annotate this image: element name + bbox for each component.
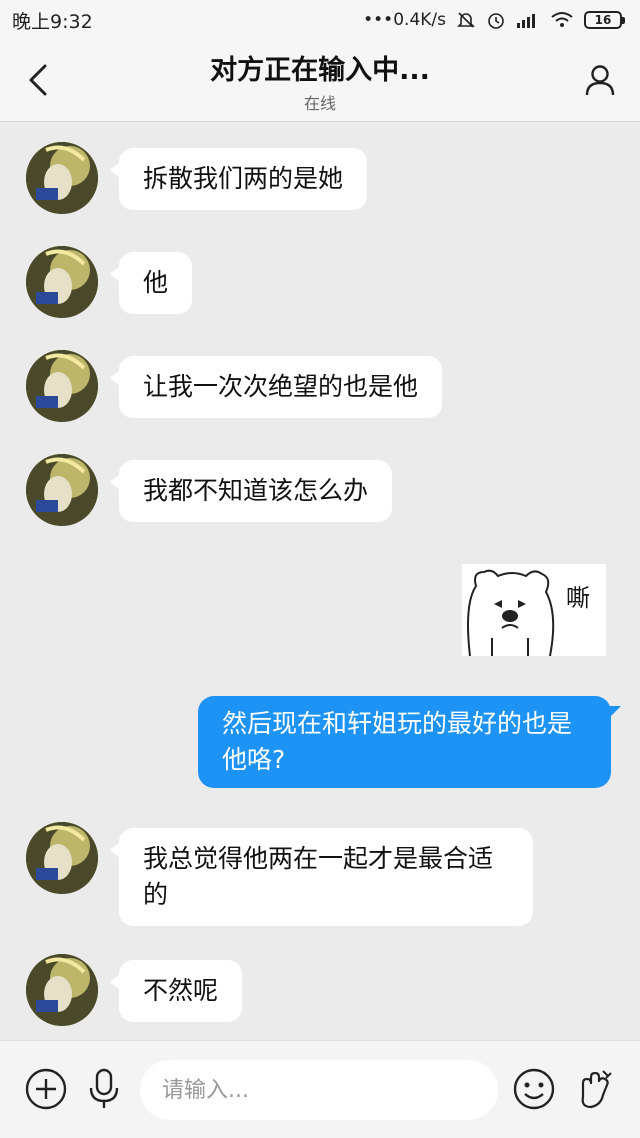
- mute-bell-icon: [456, 10, 476, 30]
- message-bubble[interactable]: 我总觉得他两在一起才是最合适的: [110, 828, 533, 926]
- avatar[interactable]: [26, 954, 98, 1026]
- emoji-button[interactable]: [512, 1067, 556, 1111]
- avatar[interactable]: [26, 822, 98, 894]
- message-bubble[interactable]: 让我一次次绝望的也是他: [109, 356, 443, 418]
- status-bar: 晚上9:32 •••0.4K/s 16: [0, 0, 640, 40]
- message-text: 让我一次次绝望的也是他: [143, 372, 419, 401]
- microphone-icon: [89, 1068, 119, 1108]
- avatar[interactable]: [26, 142, 98, 214]
- message-text: 不然呢: [143, 976, 219, 1005]
- message-text: 拆散我们两的是她: [143, 164, 344, 193]
- page-title: 对方正在输入中...: [210, 55, 430, 86]
- sticker-image[interactable]: 嘶: [462, 564, 606, 656]
- bear-meme-icon: [467, 569, 555, 656]
- message-text: 他: [143, 268, 169, 297]
- message-bubble-outgoing[interactable]: 然后现在和轩姐玩的最好的也是他咯?: [198, 696, 621, 788]
- voice-button[interactable]: [82, 1067, 126, 1111]
- finger-heart-icon: [581, 1070, 612, 1109]
- message-text: 我总觉得他两在一起才是最合适的: [143, 844, 494, 909]
- battery-icon: 16: [584, 11, 625, 29]
- message-text: 然后现在和轩姐玩的最好的也是他咯?: [222, 709, 573, 774]
- person-icon: [585, 65, 615, 96]
- message-bubble[interactable]: 拆散我们两的是她: [109, 148, 368, 210]
- message-input[interactable]: [140, 1060, 498, 1120]
- message-list[interactable]: 拆散我们两的是她 他 让我一次次绝望的也是他 我都不知道该怎么办 嘶 然后现在和…: [0, 122, 640, 1040]
- wifi-icon: [550, 11, 574, 29]
- signal-icon: [516, 11, 540, 29]
- message-bubble[interactable]: 不然呢: [109, 960, 243, 1022]
- avatar[interactable]: [26, 246, 98, 318]
- smile-icon: [513, 1068, 555, 1110]
- profile-button[interactable]: [580, 60, 620, 100]
- avatar[interactable]: [26, 454, 98, 526]
- sticker-caption: 嘶: [566, 584, 590, 612]
- message-bubble[interactable]: 我都不知道该怎么办: [109, 460, 393, 522]
- chat-header: 对方正在输入中... 在线: [0, 40, 640, 122]
- network-speed-text: •••0.4K/s: [363, 10, 446, 30]
- message-bubble[interactable]: 他: [109, 252, 193, 314]
- plus-circle-icon: [25, 1068, 67, 1110]
- status-time: 晚上9:32: [12, 10, 93, 33]
- battery-level: 16: [594, 13, 612, 27]
- alarm-icon: [486, 10, 506, 30]
- message-text: 我都不知道该怎么办: [143, 476, 369, 505]
- avatar[interactable]: [26, 350, 98, 422]
- add-button[interactable]: [24, 1067, 68, 1111]
- status-icons: •••0.4K/s 16: [363, 10, 625, 30]
- input-bar: [0, 1040, 640, 1138]
- gesture-button[interactable]: [574, 1067, 618, 1111]
- online-status: 在线: [303, 94, 336, 113]
